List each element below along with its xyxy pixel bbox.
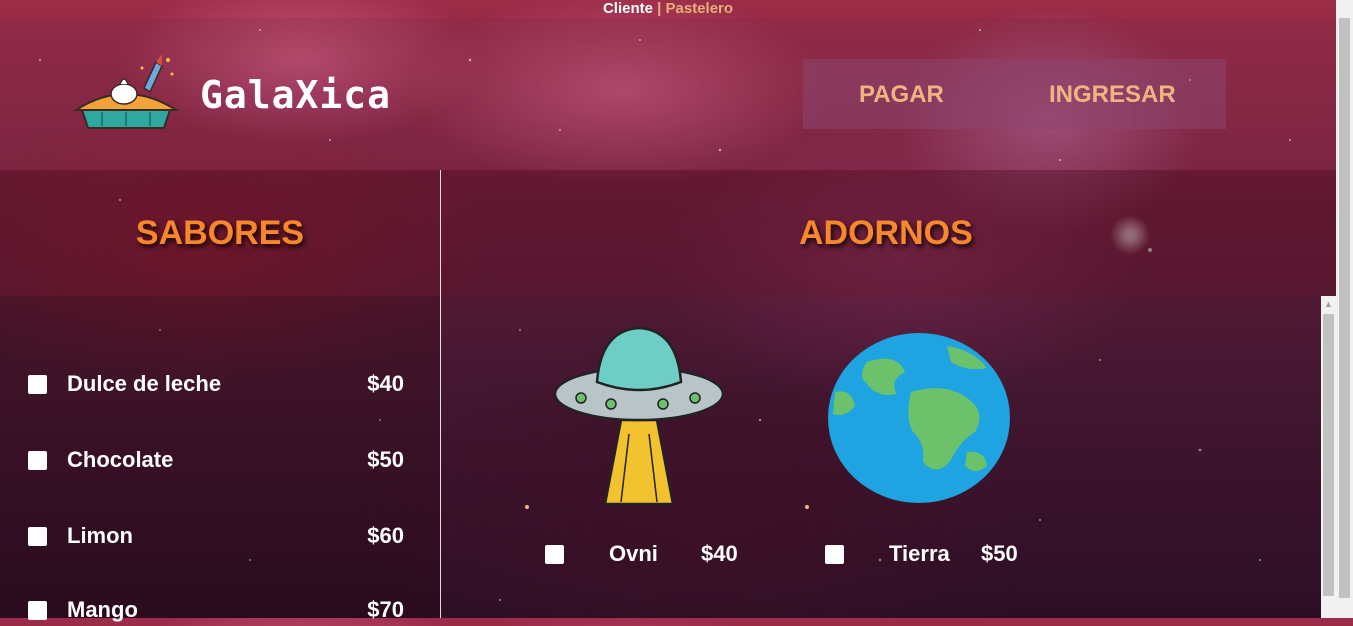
earth-icon[interactable] bbox=[827, 332, 1011, 504]
adornos-title: ADORNOS bbox=[799, 214, 973, 252]
sabores-list: Dulce de leche $40 Chocolate $50 Limon $… bbox=[0, 296, 440, 622]
brand-name[interactable]: GalaXica bbox=[200, 73, 391, 117]
flavor-checkbox[interactable] bbox=[28, 601, 47, 620]
scroll-up-arrow-icon[interactable]: ▲ bbox=[1321, 296, 1336, 312]
flavor-name: Mango bbox=[67, 597, 138, 622]
flavor-name: Chocolate bbox=[67, 447, 174, 472]
adorno-card-ovni: Ovni $40 bbox=[441, 296, 738, 618]
page-scrollbar[interactable] bbox=[1336, 0, 1353, 618]
role-switch-bar: Cliente | Pastelero bbox=[0, 0, 1336, 18]
sabores-header: SABORES bbox=[0, 170, 440, 296]
pie-rocket-logo-icon[interactable] bbox=[72, 48, 180, 134]
adornos-list: Ovni $40 Tierra $50 bbox=[441, 296, 1321, 618]
adornos-header: ADORNOS bbox=[441, 170, 1336, 296]
adornos-scrollbar[interactable]: ▲ bbox=[1321, 296, 1336, 618]
scroll-thumb[interactable] bbox=[1323, 314, 1334, 596]
list-item: Chocolate $50 bbox=[28, 446, 404, 476]
flavor-checkbox[interactable] bbox=[28, 375, 47, 394]
flavor-checkbox[interactable] bbox=[28, 527, 47, 546]
role-pastelero-link[interactable]: Pastelero bbox=[666, 0, 734, 17]
flavor-price: $40 bbox=[367, 371, 404, 396]
adorno-card-tierra: Tierra $50 bbox=[721, 296, 1018, 618]
list-bullet bbox=[525, 505, 529, 509]
sabores-title: SABORES bbox=[135, 214, 305, 252]
role-cliente-link[interactable]: Cliente bbox=[603, 0, 653, 17]
list-item: Dulce de leche $40 bbox=[28, 370, 404, 400]
adorno-name: Tierra bbox=[889, 541, 950, 566]
flavor-name: Limon bbox=[67, 523, 133, 548]
list-item: Mango $70 bbox=[28, 596, 404, 626]
list-bullet bbox=[805, 505, 809, 509]
flavor-price: $70 bbox=[367, 597, 404, 622]
role-separator: | bbox=[657, 0, 662, 17]
adorno-name: Ovni bbox=[609, 541, 658, 566]
site-header: GalaXica PAGAR INGRESAR bbox=[0, 18, 1336, 170]
flavor-price: $60 bbox=[367, 523, 404, 548]
adorno-price: $50 bbox=[981, 541, 1018, 566]
flavor-checkbox[interactable] bbox=[28, 451, 47, 470]
flavor-name: Dulce de leche bbox=[67, 371, 222, 396]
adorno-checkbox[interactable] bbox=[545, 545, 564, 564]
main-nav: PAGAR INGRESAR bbox=[803, 59, 1226, 129]
flavor-price: $50 bbox=[367, 447, 404, 472]
nav-ingresar-link[interactable]: INGRESAR bbox=[1049, 81, 1176, 109]
list-item: Limon $60 bbox=[28, 522, 404, 552]
page-scroll-thumb[interactable] bbox=[1339, 18, 1350, 598]
adorno-checkbox[interactable] bbox=[825, 545, 844, 564]
ufo-icon[interactable] bbox=[551, 324, 727, 508]
nav-pagar-link[interactable]: PAGAR bbox=[859, 81, 944, 109]
